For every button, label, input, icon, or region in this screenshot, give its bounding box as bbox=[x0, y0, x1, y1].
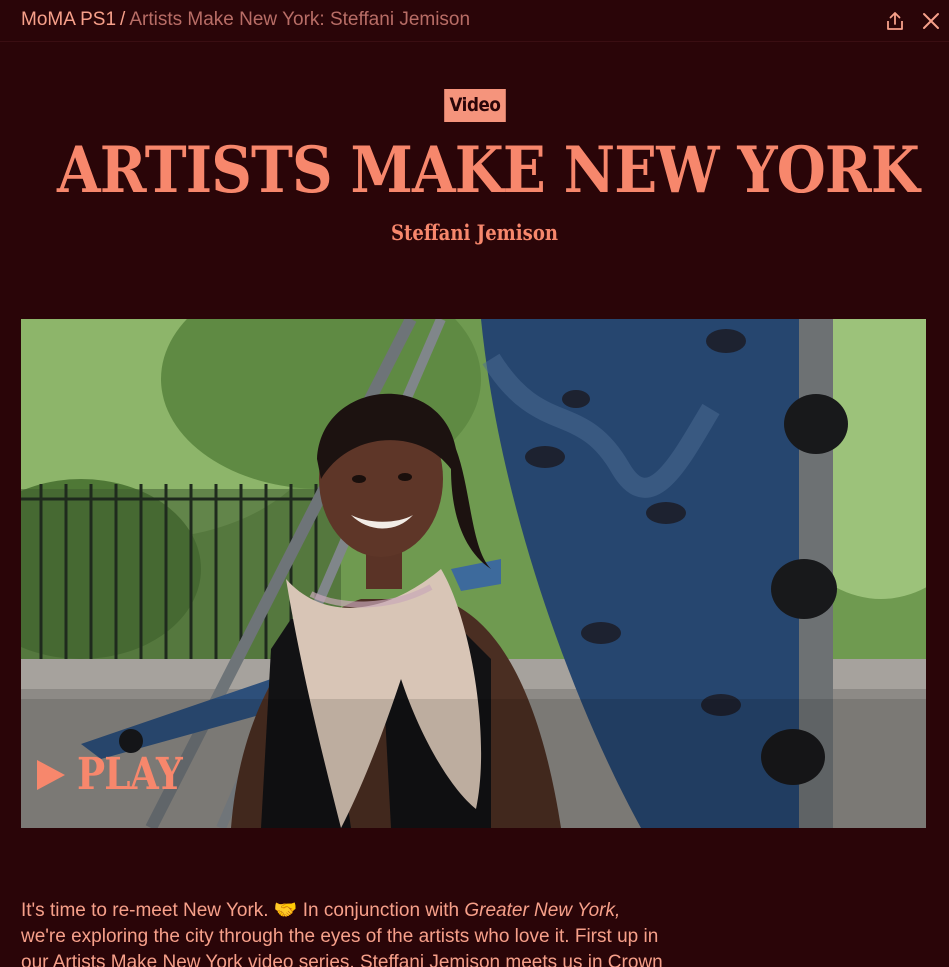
content-type-badge: Video bbox=[443, 89, 506, 122]
top-bar: MoMA PS1/Artists Make New York: Steffani… bbox=[0, 0, 949, 42]
breadcrumb: MoMA PS1/Artists Make New York: Steffani… bbox=[21, 9, 470, 31]
breadcrumb-site-link[interactable]: MoMA PS1 bbox=[21, 9, 116, 30]
intro-line-3: our Artists Make New York video series, … bbox=[21, 952, 663, 967]
intro-line-2: we're exploring the city through the eye… bbox=[21, 926, 659, 947]
article-intro: It's time to re-meet New York. 🤝 In conj… bbox=[21, 898, 701, 967]
video-player[interactable]: PLAY bbox=[21, 319, 926, 828]
close-button[interactable] bbox=[920, 10, 942, 32]
play-label: PLAY bbox=[77, 749, 183, 800]
artist-name: Steffani Jemison bbox=[390, 220, 559, 245]
close-icon bbox=[923, 13, 939, 29]
breadcrumb-separator: / bbox=[120, 9, 126, 30]
breadcrumb-current-page: Artists Make New York: Steffani Jemison bbox=[129, 9, 471, 30]
share-icon bbox=[887, 12, 903, 30]
intro-line-1: It's time to re-meet New York. 🤝 In conj… bbox=[21, 898, 701, 924]
share-button[interactable] bbox=[884, 10, 906, 32]
exhibition-title-link[interactable]: Greater New York, bbox=[464, 900, 620, 921]
article-header: Video ARTISTS MAKE NEW YORK Steffani Jem… bbox=[0, 89, 949, 246]
page-title: ARTISTS MAKE NEW YORK bbox=[56, 133, 920, 208]
play-button[interactable]: PLAY bbox=[35, 751, 200, 799]
intro-text: It's time to re-meet New York. 🤝 In conj… bbox=[21, 900, 465, 921]
play-icon bbox=[37, 760, 65, 790]
